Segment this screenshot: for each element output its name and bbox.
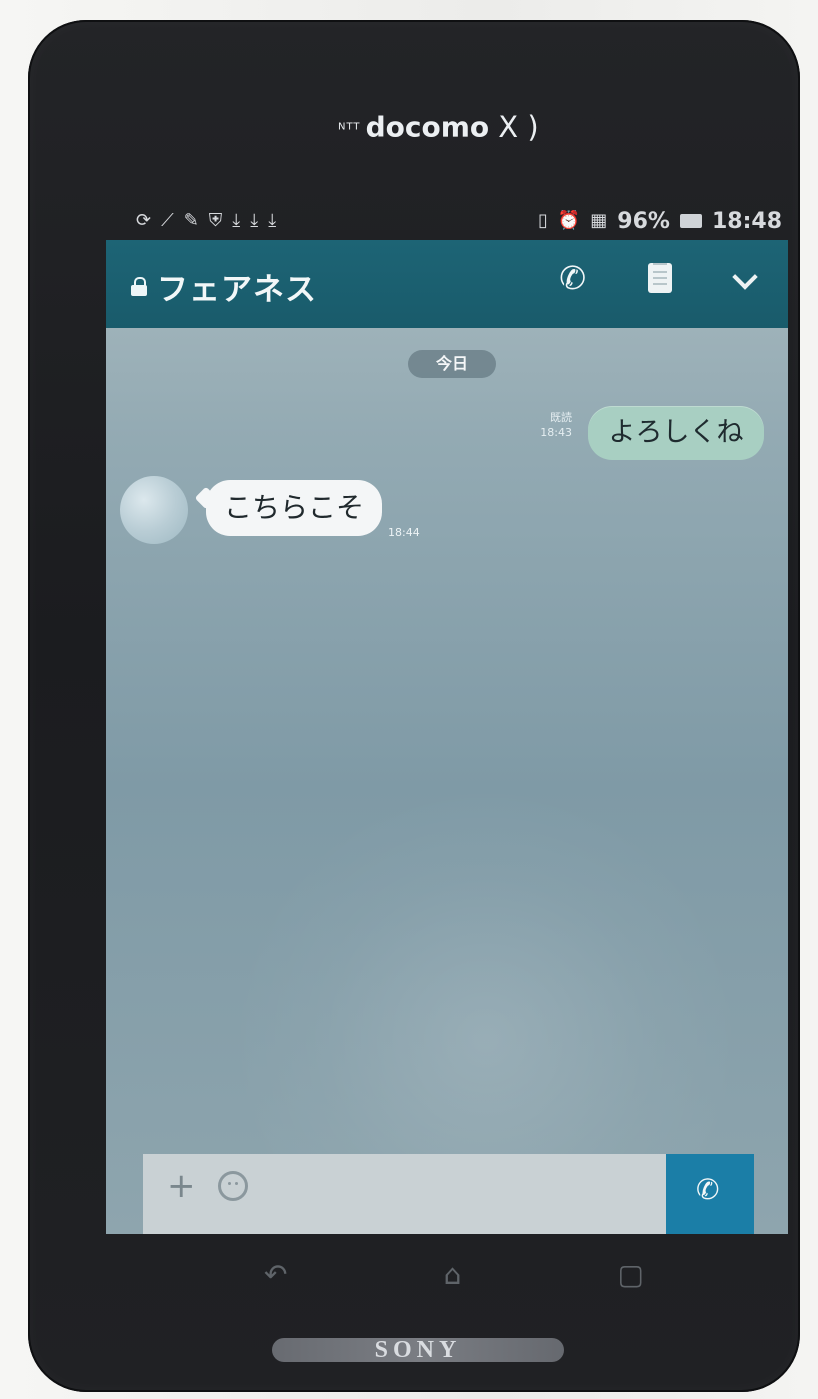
incoming-time: 18:44 xyxy=(388,526,420,539)
chat-title: フェアネス xyxy=(157,272,317,308)
download-icon: ⤓ xyxy=(268,210,277,231)
battery-icon xyxy=(679,214,702,228)
chat-title-group: フェアネス xyxy=(131,264,317,309)
battery-percentage: 96% xyxy=(617,208,670,234)
incoming-message-bubble[interactable]: こちらこそ xyxy=(206,480,382,536)
outgoing-time: 18:43 xyxy=(540,426,572,440)
outgoing-message-meta: 既読 18:43 xyxy=(530,410,572,441)
phone-device: NTT docomo X ) ⟳ ⟋ ✎ ⛨ ⤓ ⤓ ⤓ ▯ ⏰ ▦ 96% 1… xyxy=(28,20,800,1392)
status-icons-left: ⟳ ⟋ ✎ ⛨ ⤓ ⤓ ⤓ xyxy=(136,212,276,230)
chat-screen: フェアネス ✆ 今日 既読 18:43 よろしくね こちらこそ 18:44 + xyxy=(106,240,788,1234)
status-bar: ⟳ ⟋ ✎ ⛨ ⤓ ⤓ ⤓ ▯ ⏰ ▦ 96% 18:48 xyxy=(136,204,782,238)
chat-header: フェアネス ✆ xyxy=(106,240,788,328)
outgoing-message-bubble[interactable]: よろしくね xyxy=(588,406,764,460)
message-composer[interactable]: + xyxy=(143,1154,751,1234)
chat-header-actions: ✆ xyxy=(559,262,756,294)
phone-call-button[interactable]: ✆ xyxy=(559,262,586,294)
lock-icon xyxy=(131,276,147,297)
network-icon: ▦ xyxy=(590,210,608,231)
download-icon: ⤓ xyxy=(250,210,259,231)
back-key[interactable]: ↶ xyxy=(264,1258,287,1291)
status-icons-right: ▯ ⏰ ▦ 96% 18:48 xyxy=(538,209,782,234)
download-icon: ⤓ xyxy=(232,210,241,231)
phone-icon: ✆ xyxy=(696,1173,720,1206)
manufacturer-logo: SONY xyxy=(374,1337,462,1363)
navigation-keys: ↶ ⌂ ▢ xyxy=(264,1256,644,1292)
send-call-button[interactable]: ✆ xyxy=(666,1154,754,1234)
date-label: 今日 xyxy=(408,350,496,378)
clock-time: 18:48 xyxy=(711,208,782,234)
vibrate-icon: ▯ xyxy=(537,210,548,231)
carrier-prefix: NTT xyxy=(338,121,361,133)
recent-key[interactable]: ▢ xyxy=(618,1258,644,1291)
sync-icon: ⟳ xyxy=(136,210,152,231)
brand-strip: SONY xyxy=(272,1338,564,1362)
shield-icon: ⛨ xyxy=(208,210,223,231)
carrier-branding: NTT docomo X ) xyxy=(338,110,598,150)
chevron-down-button[interactable] xyxy=(734,267,756,289)
photo-background: NTT docomo X ) ⟳ ⟋ ✎ ⛨ ⤓ ⤓ ⤓ ▯ ⏰ ▦ 96% 1… xyxy=(0,0,818,1399)
alarm-icon: ⏰ xyxy=(557,210,581,231)
home-key[interactable]: ⌂ xyxy=(444,1258,462,1291)
carrier-name: docomo xyxy=(365,110,490,144)
wrench-icon: ✎ xyxy=(183,210,199,231)
carrier-mark: X ) xyxy=(498,110,539,144)
plus-icon[interactable]: + xyxy=(167,1169,196,1203)
avatar[interactable] xyxy=(120,476,188,544)
signal-icon: ⟋ xyxy=(161,210,174,231)
read-status: 既読 xyxy=(550,411,572,424)
emoji-icon[interactable] xyxy=(218,1171,248,1201)
notes-button[interactable] xyxy=(648,263,672,293)
